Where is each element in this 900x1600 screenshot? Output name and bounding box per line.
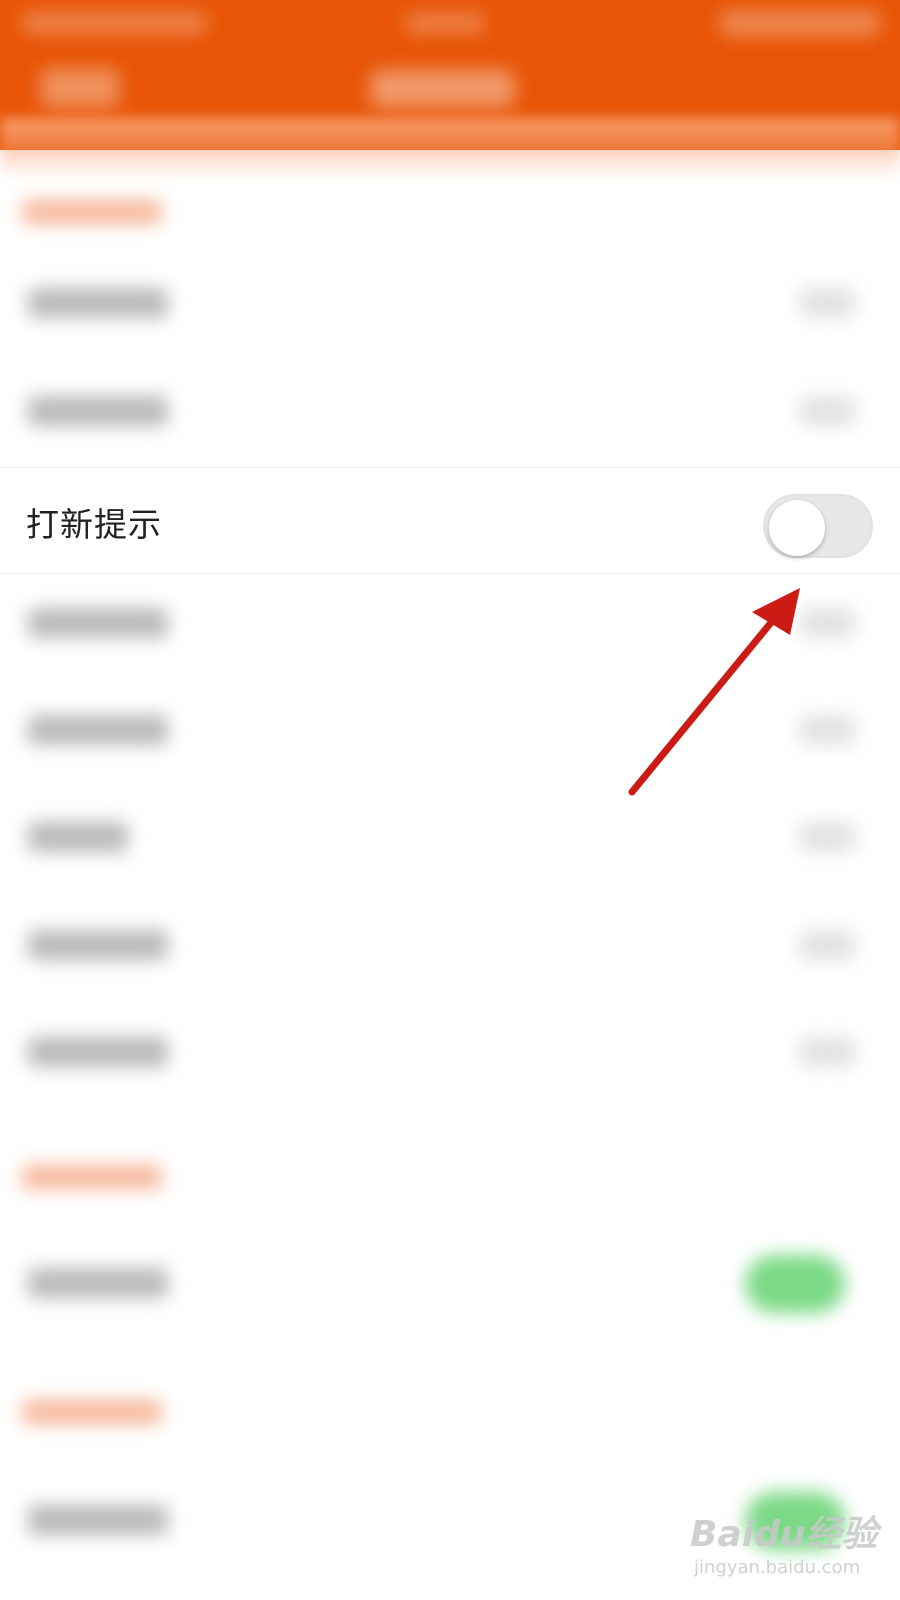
watermark-url: jingyan.baidu.com (694, 1557, 861, 1578)
watermark-logo: Baidu经验 (690, 1514, 878, 1555)
annotation-arrow (628, 588, 800, 796)
baidu-watermark: Baidu经验 jingyan.baidu.com (690, 1505, 890, 1595)
